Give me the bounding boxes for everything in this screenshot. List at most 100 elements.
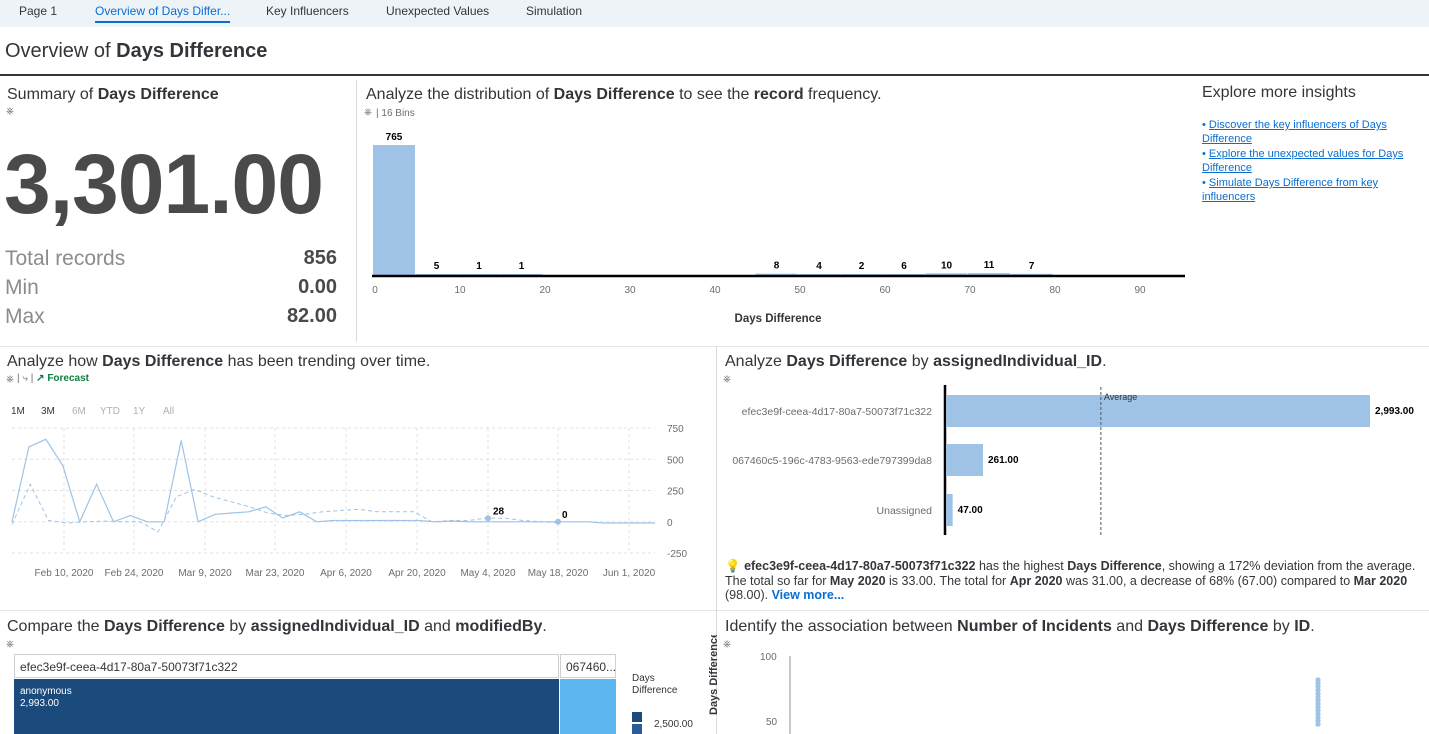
view-more-link[interactable]: View more... xyxy=(772,588,845,602)
histogram-bar-label: 1 xyxy=(519,261,525,272)
range-3m[interactable]: 3M xyxy=(41,406,55,417)
histogram-chart: 7655 1 1 8 4 2 6 10 11 7 0 10 20 30 40 50 60 70 80 90 Days… xyxy=(372,132,1185,325)
trend-xtick: Apr 6, 2020 xyxy=(320,568,372,579)
hbar-bar[interactable] xyxy=(946,494,953,526)
cmp-t6: modifiedBy xyxy=(455,618,543,635)
histogram-bar-label: 6 xyxy=(901,261,907,272)
max-value: 82.00 xyxy=(286,305,337,327)
hbar-average-label: Average xyxy=(1104,392,1137,402)
ind-t2: Days Difference xyxy=(786,353,908,370)
trend-xtick: Jun 1, 2020 xyxy=(603,568,656,579)
hierarchy-icon[interactable]: ⤷ xyxy=(22,373,28,384)
range-1m[interactable]: 1M xyxy=(11,406,25,417)
distribution-title: Analyze the distribution of Days Differe… xyxy=(366,86,882,104)
histogram-bar-label: 11 xyxy=(984,260,995,271)
cube-icon[interactable]: ⎈ xyxy=(6,639,14,650)
histogram-bar-label: 10 xyxy=(941,260,953,271)
insight-link-unexpected-text[interactable]: Explore the unexpected values for Days D… xyxy=(1202,148,1403,174)
range-all[interactable]: All xyxy=(163,406,174,417)
insights-title: Explore more insights xyxy=(1202,84,1356,101)
trend-point[interactable] xyxy=(555,518,561,525)
treemap-cell-anonymous[interactable]: anonymous 2,993.00 xyxy=(14,679,559,734)
tab-unexpected-values[interactable]: Unexpected Values xyxy=(386,4,489,18)
divider-row2 xyxy=(0,610,1429,611)
narrative-s1: has the highest xyxy=(975,559,1068,573)
narrative-measure: Days Difference xyxy=(1067,559,1162,573)
tab-simulation[interactable]: Simulation xyxy=(526,4,582,18)
cube-icon[interactable]: ⎈ xyxy=(6,374,14,385)
hbar-bar[interactable] xyxy=(946,395,1370,427)
insight-link-influencers[interactable]: • Discover the key influencers of Days D… xyxy=(1202,118,1422,146)
insight-link-influencers-text[interactable]: Discover the key influencers of Days Dif… xyxy=(1202,119,1387,145)
histogram-xtick: 40 xyxy=(709,285,721,296)
histogram-bar-label: 1 xyxy=(476,261,482,272)
dist-t2: Days Difference xyxy=(553,86,675,103)
treemap-header-2: 067460... xyxy=(560,654,616,678)
trend-xtick: Apr 20, 2020 xyxy=(388,568,446,579)
cmp-t5: and xyxy=(419,618,456,635)
title-divider xyxy=(0,74,1429,76)
trend-actual-line[interactable] xyxy=(11,438,655,524)
summary-title-bold: Days Difference xyxy=(97,86,219,103)
histogram-xtick: 80 xyxy=(1049,285,1061,296)
by-individual-title: Analyze Days Difference by assignedIndiv… xyxy=(725,353,1107,371)
range-ytd[interactable]: YTD xyxy=(100,406,120,417)
narrative-id: efec3e9f-ceea-4d17-80a7-50073f71c322 xyxy=(744,559,976,573)
cmp-t1: Compare the xyxy=(7,618,104,635)
trend-xtick: Feb 24, 2020 xyxy=(105,568,164,579)
range-1y[interactable]: 1Y xyxy=(133,406,145,417)
total-records-value: 856 xyxy=(303,247,337,269)
histogram-bar-label: 765 xyxy=(386,132,403,143)
narrative-s3: is 33.00. The total for xyxy=(885,573,1010,588)
page-title-bold: Days Difference xyxy=(116,40,268,62)
treemap-cell-2[interactable] xyxy=(560,679,616,734)
histogram-bar[interactable] xyxy=(968,273,1010,275)
asc-t7: . xyxy=(1310,618,1315,635)
trend-t3: has been trending over time. xyxy=(223,353,431,370)
treemap-cell-name: anonymous xyxy=(20,686,72,697)
hbar-value-label: 47.00 xyxy=(958,505,983,516)
trend-point[interactable] xyxy=(485,515,491,522)
trend-xtick: May 4, 2020 xyxy=(460,568,515,579)
cube-icon[interactable]: ⎈ xyxy=(6,106,14,117)
scatter-ylabel: Days Difference xyxy=(708,635,720,715)
insight-link-simulate[interactable]: • Simulate Days Difference from key infl… xyxy=(1202,176,1422,204)
treemap-legend-swatch xyxy=(632,712,642,734)
ind-t4: assignedIndividual_ID xyxy=(933,353,1103,370)
histogram-bar[interactable] xyxy=(925,273,968,275)
asc-t2: Number of Incidents xyxy=(957,618,1112,635)
histogram-bar-label: 7 xyxy=(1029,261,1035,272)
scatter-y-axis xyxy=(789,656,791,734)
forecast-button[interactable]: ↗ Forecast xyxy=(36,373,89,384)
histogram-xtick: 10 xyxy=(454,285,466,296)
histogram-xtick: 90 xyxy=(1134,285,1146,296)
trend-ytick: 250 xyxy=(667,487,684,498)
tab-key-influencers[interactable]: Key Influencers xyxy=(266,4,349,18)
insight-link-unexpected[interactable]: • Explore the unexpected values for Days… xyxy=(1202,147,1422,175)
range-6m[interactable]: 6M xyxy=(72,406,86,417)
asc-t3: and xyxy=(1111,618,1148,635)
insight-narrative: 💡 efec3e9f-ceea-4d17-80a7-50073f71c322 h… xyxy=(725,559,1429,603)
narrative-s5: (98.00). xyxy=(725,588,772,602)
cube-icon[interactable]: ⎈ xyxy=(723,639,731,650)
cube-icon[interactable]: ⎈ xyxy=(364,107,372,118)
scatter-point[interactable] xyxy=(1315,721,1321,727)
trend-t1: Analyze how xyxy=(7,353,103,370)
scatter-ytick-100: 100 xyxy=(760,652,777,663)
histogram-bar-label: 5 xyxy=(434,261,440,272)
tab-overview[interactable]: Overview of Days Differ... xyxy=(95,4,231,23)
narrative-mar: Mar 2020 xyxy=(1353,573,1408,588)
divider-row1 xyxy=(0,346,1429,347)
insight-link-simulate-text[interactable]: Simulate Days Difference from key influe… xyxy=(1202,177,1378,203)
histogram-bar[interactable] xyxy=(373,145,415,275)
trend-forecast-line[interactable] xyxy=(11,483,561,533)
trend-xtick: May 18, 2020 xyxy=(528,568,589,579)
trend-chart: 28 0 750 500 250 0 -250 Feb 10, 2020 Feb 24, 20… xyxy=(11,424,687,579)
histogram-bar-label: 4 xyxy=(816,261,822,272)
treemap-legend-title: Days Difference xyxy=(632,673,678,696)
cube-icon[interactable]: ⎈ xyxy=(723,374,731,385)
cmp-t2: Days Difference xyxy=(103,618,225,635)
hbar-bar[interactable] xyxy=(946,444,983,476)
treemap-header-1: efec3e9f-ceea-4d17-80a7-50073f71c322 xyxy=(14,654,559,678)
tab-page-1[interactable]: Page 1 xyxy=(19,4,57,18)
